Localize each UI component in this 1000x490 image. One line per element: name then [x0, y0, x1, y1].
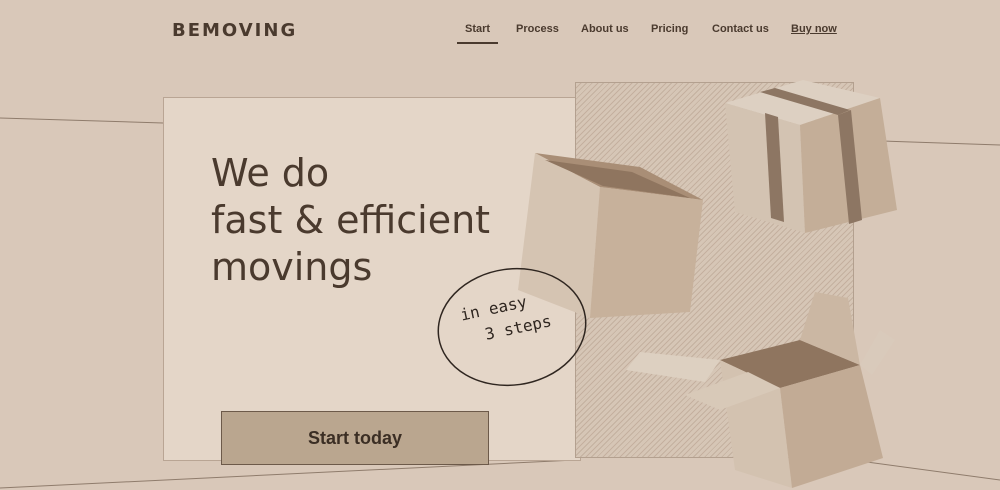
hand-drawn-circle [437, 267, 587, 387]
start-today-button[interactable]: Start today [221, 411, 489, 465]
